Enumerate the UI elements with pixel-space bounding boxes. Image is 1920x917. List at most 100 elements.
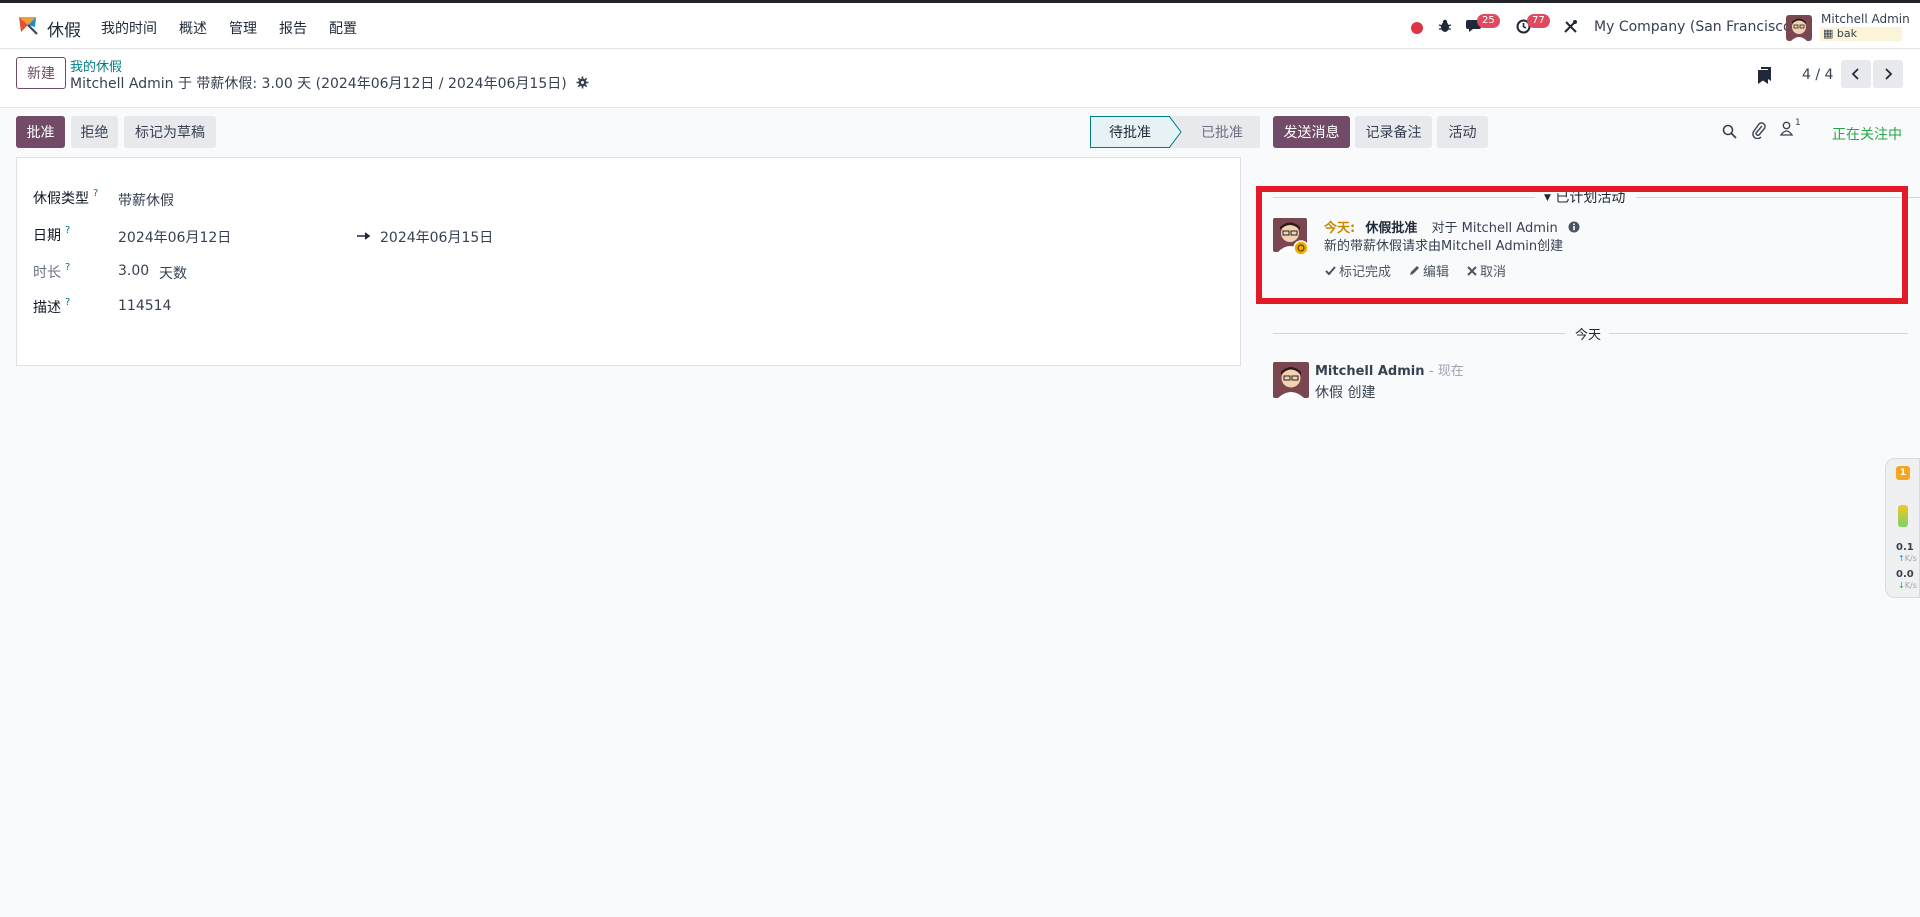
refuse-button[interactable]: 拒绝: [71, 116, 118, 148]
caret-down-icon: ▼: [1544, 193, 1551, 203]
search-icon[interactable]: [1722, 124, 1737, 139]
followers-button[interactable]: 1: [1779, 118, 1801, 140]
date-to-field[interactable]: 2024年06月15日: [380, 227, 493, 247]
log-note-button[interactable]: 记录备注: [1355, 116, 1432, 148]
bookmark-stack-icon[interactable]: [1758, 67, 1771, 84]
record-title: Mitchell Admin 于 带薪休假: 3.00 天 (2024年06月1…: [70, 76, 567, 92]
download-unit: ↓K/s: [1898, 581, 1917, 590]
leave-type-field[interactable]: 带薪休假: [118, 190, 174, 210]
message-author[interactable]: Mitchell Admin: [1315, 364, 1424, 379]
breadcrumb-current: Mitchell Admin 于 带薪休假: 3.00 天 (2024年06月1…: [70, 73, 589, 93]
activity-count-badge: 77: [1527, 14, 1550, 28]
activity-summary: 新的带薪休假请求由Mitchell Admin创建: [1324, 239, 1564, 254]
tools-icon[interactable]: [1563, 19, 1578, 34]
gear-icon[interactable]: [576, 76, 589, 89]
description-label-text: 描述: [33, 300, 61, 316]
menu-reporting[interactable]: 报告: [279, 18, 307, 38]
activity-actions: 标记完成 编辑 取消: [1325, 261, 1506, 280]
info-icon[interactable]: [1568, 221, 1580, 233]
user-icon: [1779, 121, 1794, 136]
pencil-icon: [1410, 266, 1420, 275]
menu-management[interactable]: 管理: [229, 18, 257, 38]
mark-done-button[interactable]: 标记完成: [1325, 261, 1391, 280]
new-button[interactable]: 新建: [16, 57, 66, 89]
description-field[interactable]: 114514: [118, 298, 171, 314]
stage-approved[interactable]: 已批准: [1170, 116, 1260, 148]
edit-activity-button[interactable]: 编辑: [1409, 261, 1449, 280]
upload-unit-text: K/s: [1904, 554, 1917, 563]
menu-overview[interactable]: 概述: [179, 18, 207, 38]
top-menu: 我的时间 概述 管理 报告 配置: [101, 18, 379, 38]
pager-previous-button[interactable]: [1841, 60, 1871, 88]
pager-next-button[interactable]: [1873, 60, 1903, 88]
leave-type-label: 休假类型?: [33, 188, 98, 208]
pager-value[interactable]: 4 / 4: [1802, 67, 1833, 83]
divider-right: [1636, 197, 1920, 198]
date-label: 日期?: [33, 225, 70, 245]
planned-activities-toggle[interactable]: ▼ 已计划活动: [1540, 187, 1630, 207]
bug-icon[interactable]: [1438, 19, 1452, 33]
close-icon: [1467, 265, 1477, 276]
arrow-down-icon: ↓: [1898, 581, 1905, 590]
form-sheet: 休假类型? 带薪休假 日期? 2024年06月12日 2024年06月15日 时…: [16, 157, 1241, 366]
activity-due: 今天:: [1324, 221, 1356, 236]
send-message-button[interactable]: 发送消息: [1273, 116, 1350, 148]
activity-header: 今天: 休假批准 对于 Mitchell Admin: [1324, 217, 1580, 236]
download-speed: 0.0: [1896, 569, 1914, 580]
edit-label: 编辑: [1423, 265, 1450, 280]
activity-assignee: 对于 Mitchell Admin: [1431, 221, 1558, 236]
company-switcher[interactable]: My Company (San Francisco): [1594, 19, 1797, 35]
divider-left: [1273, 197, 1535, 198]
menu-configuration[interactable]: 配置: [329, 18, 357, 38]
help-mark[interactable]: ?: [65, 225, 70, 236]
user-name[interactable]: Mitchell Admin: [1821, 12, 1910, 26]
message-body: 休假 创建: [1315, 385, 1376, 401]
mark-done-label: 标记完成: [1339, 265, 1392, 280]
message-avatar[interactable]: [1273, 362, 1309, 398]
chat-count-badge: 25: [1477, 14, 1500, 28]
database-chip: ▦ bak: [1820, 27, 1902, 41]
network-speed-widget[interactable]: 1 0.1 ↑K/s 0.0 ↓K/s: [1885, 458, 1920, 598]
date-from-field[interactable]: 2024年06月12日: [118, 227, 231, 247]
stage-to-approve[interactable]: 待批准: [1090, 116, 1170, 148]
date-divider-right: [1604, 333, 1908, 334]
upload-speed: 0.1: [1896, 542, 1914, 553]
duration-field[interactable]: 3.00: [118, 263, 149, 279]
user-avatar[interactable]: [1786, 15, 1812, 41]
message-author-line: Mitchell Admin - 现在: [1315, 360, 1464, 379]
description-label: 描述?: [33, 297, 70, 317]
planned-activities-title: 已计划活动: [1555, 190, 1626, 206]
menu-my-time[interactable]: 我的时间: [101, 18, 157, 38]
activities-button[interactable]: 活动: [1437, 116, 1488, 148]
cancel-activity-button[interactable]: 取消: [1467, 261, 1506, 280]
alert-badge: 1: [1896, 466, 1910, 480]
help-mark[interactable]: ?: [65, 297, 70, 308]
upload-unit: ↑K/s: [1898, 554, 1917, 563]
app-name[interactable]: 休假: [47, 16, 81, 41]
date-separator: 今天: [1567, 324, 1610, 343]
chevron-right-icon: [1885, 68, 1893, 80]
activity-type: 休假批准: [1365, 221, 1418, 236]
approve-button[interactable]: 批准: [16, 116, 65, 148]
arrow-right-icon: [357, 232, 371, 240]
chevron-left-icon: [1851, 68, 1859, 80]
duration-unit: 天数: [159, 266, 187, 282]
stage-arrow: [1169, 116, 1182, 148]
date-divider-left: [1273, 333, 1565, 334]
database-name: bak: [1836, 27, 1857, 40]
following-status[interactable]: 正在关注中: [1832, 124, 1902, 144]
message-time: - 现在: [1428, 364, 1464, 379]
help-mark[interactable]: ?: [65, 262, 70, 273]
paperclip-icon[interactable]: [1752, 122, 1766, 139]
time-off-app-icon[interactable]: [16, 13, 40, 37]
activity-avatar[interactable]: [1273, 218, 1309, 256]
control-panel: 新建 我的休假 Mitchell Admin 于 带薪休假: 3.00 天 (2…: [0, 50, 1920, 108]
duration-label: 时长?: [33, 262, 70, 282]
mark-as-draft-button[interactable]: 标记为草稿: [124, 116, 216, 148]
record-status-dot[interactable]: [1411, 22, 1423, 34]
date-label-text: 日期: [33, 228, 61, 244]
leave-type-label-text: 休假类型: [33, 191, 89, 207]
cancel-label: 取消: [1480, 265, 1507, 280]
arrow-up-icon: ↑: [1898, 554, 1905, 563]
help-mark[interactable]: ?: [93, 188, 98, 199]
